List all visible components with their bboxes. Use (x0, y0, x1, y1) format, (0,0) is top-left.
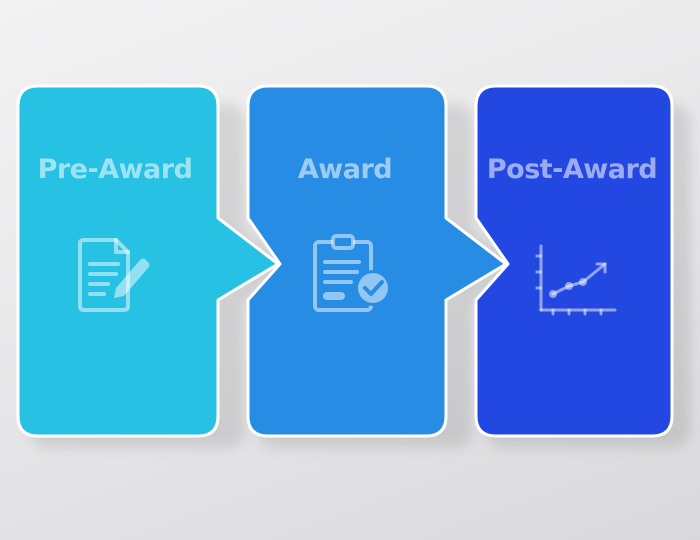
line-chart-icon (535, 244, 617, 316)
clipboard-check-icon (313, 234, 391, 312)
stage-label-pre-award: Pre-Award (37, 154, 193, 185)
stage-label-award: Award (297, 154, 393, 185)
stage-label-post-award: Post-Award (486, 154, 658, 185)
document-edit-icon (78, 238, 150, 312)
